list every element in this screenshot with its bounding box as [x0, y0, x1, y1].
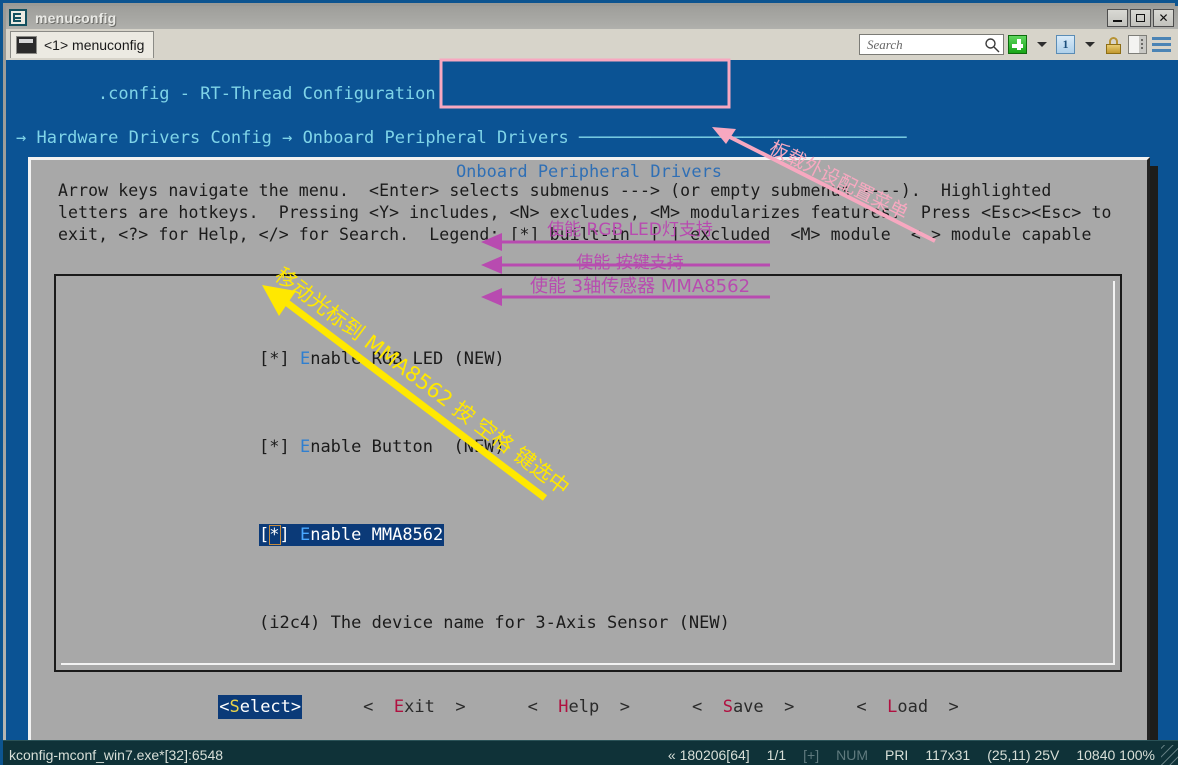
status-fields: « 180206[64] 1/1 [+] NUM PRI 117x31 (25,…	[668, 747, 1155, 763]
btn-right-bracket: >	[599, 697, 630, 717]
btn-right-bracket: >	[291, 697, 301, 717]
menuconfig-dialog: Onboard Peripheral Drivers Arrow keys na…	[28, 157, 1150, 740]
status-bar: kconfig-mconf_win7.exe*[32]:6548 « 18020…	[3, 740, 1178, 765]
window-frame: menuconfig ✕ <1> menuconfig	[0, 0, 1178, 765]
item-hotkey: E	[300, 437, 310, 457]
list-item-selected[interactable]: [*] Enable MMA8562	[259, 524, 730, 546]
search-box[interactable]	[859, 34, 1004, 55]
status-size: 117x31	[925, 747, 970, 763]
menu-items: [*] Enable RGB LED (NEW) [*] Enable Butt…	[259, 282, 730, 700]
btn-hotkey: L	[887, 697, 897, 717]
search-input[interactable]	[865, 36, 984, 54]
hamburger-menu-icon	[1152, 37, 1171, 52]
btn-left-bracket: <	[692, 697, 723, 717]
chevron-down-icon	[1085, 42, 1095, 47]
btn-label: oad	[897, 697, 928, 717]
btn-hotkey: H	[558, 697, 568, 717]
load-button[interactable]: < Load >	[855, 695, 959, 719]
title-bar: menuconfig ✕	[6, 6, 1178, 29]
btn-hotkey: S	[229, 697, 239, 717]
select-button[interactable]: <Select>	[218, 695, 302, 719]
tab-menuconfig[interactable]: <1> menuconfig	[10, 31, 154, 58]
item-prefix: [*]	[259, 525, 300, 545]
app-root: menuconfig ✕ <1> menuconfig	[0, 0, 1178, 765]
item-prefix: [*]	[259, 437, 300, 457]
terminal-view[interactable]: .config - RT-Thread Configuration → Hard…	[6, 60, 1178, 740]
help-text: Arrow keys navigate the menu. <Enter> se…	[58, 180, 1128, 246]
btn-left-bracket: <	[528, 697, 559, 717]
btn-left-bracket: <	[856, 697, 887, 717]
session-dropdown-button[interactable]	[1079, 34, 1100, 55]
status-pri: PRI	[885, 747, 908, 763]
resize-grip[interactable]	[1161, 745, 1178, 765]
status-encoding: « 180206[64]	[668, 747, 750, 763]
add-plus-button[interactable]	[1007, 34, 1028, 55]
item-label: The device name for 3-Axis Sensor (NEW)	[331, 613, 730, 633]
btn-left-bracket: <	[363, 697, 394, 717]
item-prefix: (i2c4)	[259, 613, 331, 633]
btn-right-bracket: >	[928, 697, 959, 717]
dialog-title: Onboard Peripheral Drivers	[28, 162, 1150, 182]
session-button[interactable]: 1	[1055, 34, 1076, 55]
status-plus: [+]	[803, 747, 819, 763]
maximize-button[interactable]	[1130, 9, 1151, 27]
status-num: NUM	[836, 747, 868, 763]
status-cursor-pos: (25,11) 25V	[987, 747, 1059, 763]
btn-label: elect	[240, 697, 291, 717]
dialog-button-bar: <Select> < Exit > < Help > < Save > < Lo…	[28, 695, 1150, 719]
btn-right-bracket: >	[764, 697, 795, 717]
item-prefix: [*]	[259, 349, 300, 369]
search-icon	[984, 37, 1000, 53]
lock-icon	[1105, 36, 1122, 54]
btn-label: ave	[733, 697, 764, 717]
split-panel-icon	[1128, 35, 1147, 54]
exit-button[interactable]: < Exit >	[362, 695, 466, 719]
breadcrumb-line-2: → Hardware Drivers Config → Onboard Peri…	[16, 127, 906, 149]
close-button[interactable]: ✕	[1153, 9, 1174, 27]
help-button[interactable]: < Help >	[527, 695, 631, 719]
item-hotkey: E	[300, 525, 310, 545]
add-dropdown-button[interactable]	[1031, 34, 1052, 55]
terminal-app-icon	[9, 9, 27, 26]
lock-button[interactable]	[1103, 34, 1124, 55]
window-title: menuconfig	[35, 10, 116, 26]
item-hotkey: E	[300, 349, 310, 369]
selected-highlight: [*] Enable MMA8562	[259, 524, 444, 546]
btn-hotkey: E	[394, 697, 404, 717]
list-item[interactable]: [*] Enable RGB LED (NEW)	[259, 348, 730, 370]
add-plus-icon	[1008, 35, 1027, 54]
console-icon	[16, 36, 37, 54]
btn-label: elp	[569, 697, 600, 717]
list-item[interactable]: (i2c4) The device name for 3-Axis Sensor…	[259, 612, 730, 634]
status-process: kconfig-mconf_win7.exe*[32]:6548	[9, 747, 223, 763]
btn-label: xit	[404, 697, 435, 717]
item-label: nable RGB LED (NEW)	[310, 349, 504, 369]
session-one-icon: 1	[1056, 35, 1075, 54]
breadcrumb-line-1: .config - RT-Thread Configuration	[98, 84, 436, 104]
btn-left-bracket: <	[219, 697, 229, 717]
btn-hotkey: S	[723, 697, 733, 717]
window-controls: ✕	[1107, 9, 1174, 27]
status-memory: 10840 100%	[1076, 747, 1155, 763]
status-pages: 1/1	[767, 747, 786, 763]
menu-button[interactable]	[1151, 34, 1172, 55]
save-button[interactable]: < Save >	[691, 695, 795, 719]
btn-right-bracket: >	[435, 697, 466, 717]
tab-bar: <1> menuconfig 1	[6, 29, 1178, 60]
toolbar: 1	[859, 34, 1172, 55]
menu-listbox[interactable]: [*] Enable RGB LED (NEW) [*] Enable Butt…	[54, 274, 1122, 672]
chevron-down-icon	[1037, 42, 1047, 47]
tab-label: <1> menuconfig	[44, 37, 144, 53]
item-label: nable Button (NEW)	[310, 437, 504, 457]
split-panel-button[interactable]	[1127, 34, 1148, 55]
item-label: nable MMA8562	[310, 525, 443, 545]
minimize-button[interactable]	[1107, 9, 1128, 27]
list-item[interactable]: [*] Enable Button (NEW)	[259, 436, 730, 458]
